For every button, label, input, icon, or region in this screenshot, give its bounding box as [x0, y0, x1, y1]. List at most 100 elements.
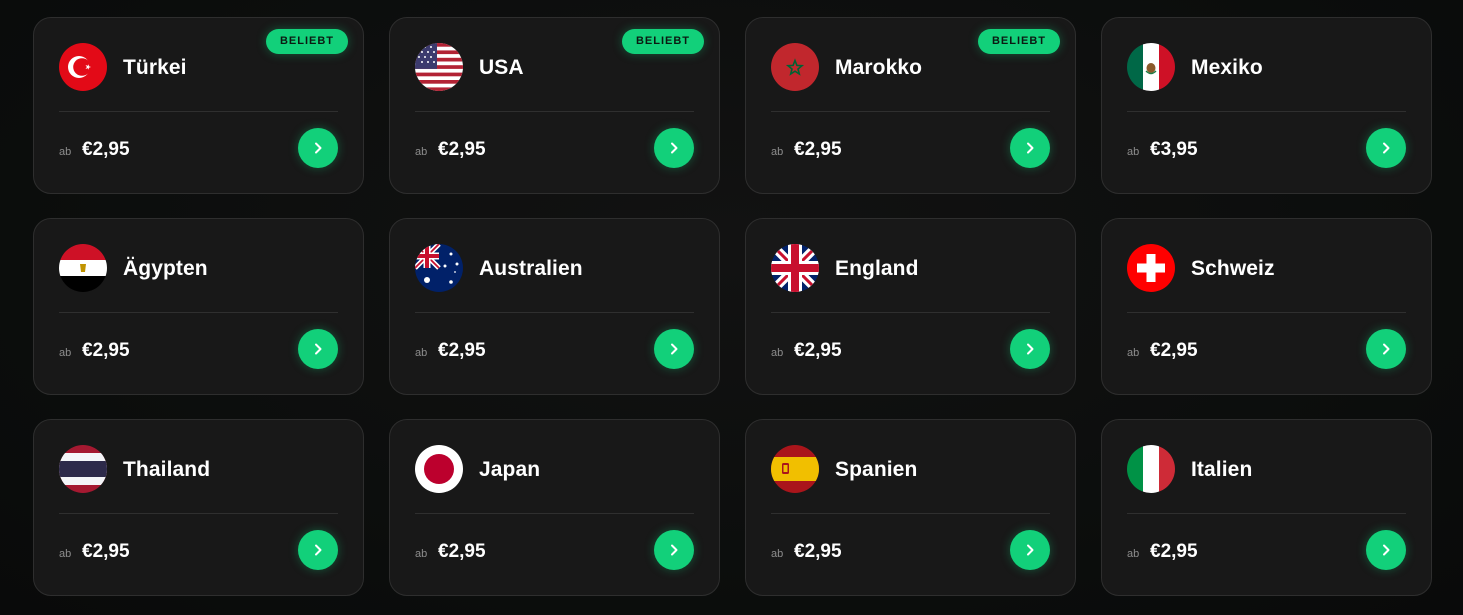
divider: [415, 312, 694, 313]
price: €2,95: [1150, 541, 1198, 562]
divider: [1127, 312, 1406, 313]
country-name: Australien: [479, 257, 583, 280]
chevron-right-icon: [671, 544, 678, 556]
price-prefix: ab: [59, 146, 72, 158]
arrow-button[interactable]: [1366, 128, 1406, 168]
price-prefix: ab: [1127, 146, 1140, 158]
divider: [771, 312, 1050, 313]
country-name: USA: [479, 56, 524, 79]
chevron-right-icon: [1027, 343, 1034, 355]
country-name: Italien: [1191, 458, 1253, 481]
country-card-aegypten[interactable]: Ägypten ab €2,95: [33, 218, 364, 395]
price: €2,95: [1150, 340, 1198, 361]
divider: [1127, 513, 1406, 514]
chevron-right-icon: [1027, 142, 1034, 154]
country-card-mexiko[interactable]: Mexiko ab €3,95: [1101, 17, 1432, 194]
spain-flag-icon: [771, 445, 819, 493]
country-card-usa[interactable]: USA BELIEBT ab €2,95: [389, 17, 720, 194]
chevron-right-icon: [1383, 544, 1390, 556]
morocco-flag-icon: [771, 43, 819, 91]
arrow-button[interactable]: [1010, 329, 1050, 369]
italy-flag-icon: [1127, 445, 1175, 493]
turkey-flag-icon: [59, 43, 107, 91]
price-prefix: ab: [771, 146, 784, 158]
chevron-right-icon: [315, 142, 322, 154]
divider: [59, 312, 338, 313]
price: €2,95: [438, 340, 486, 361]
country-card-japan[interactable]: Japan ab €2,95: [389, 419, 720, 596]
arrow-button[interactable]: [654, 530, 694, 570]
country-card-thailand[interactable]: Thailand ab €2,95: [33, 419, 364, 596]
country-name: Ägypten: [123, 257, 208, 280]
price-prefix: ab: [1127, 548, 1140, 560]
country-name: Mexiko: [1191, 56, 1263, 79]
country-card-england[interactable]: England ab €2,95: [745, 218, 1076, 395]
chevron-right-icon: [671, 343, 678, 355]
switzerland-flag-icon: [1127, 244, 1175, 292]
country-name: Marokko: [835, 56, 923, 79]
country-name: Japan: [479, 458, 541, 481]
popular-badge: BELIEBT: [977, 29, 1060, 54]
chevron-right-icon: [1383, 343, 1390, 355]
arrow-button[interactable]: [1366, 530, 1406, 570]
price-prefix: ab: [415, 548, 428, 560]
mexico-flag-icon: [1127, 43, 1175, 91]
australia-flag-icon: [415, 244, 463, 292]
country-card-italien[interactable]: Italien ab €2,95: [1101, 419, 1432, 596]
price: €2,95: [794, 139, 842, 160]
price: €2,95: [438, 139, 486, 160]
arrow-button[interactable]: [1010, 128, 1050, 168]
divider: [59, 111, 338, 112]
divider: [415, 111, 694, 112]
price-prefix: ab: [1127, 347, 1140, 359]
price: €2,95: [438, 541, 486, 562]
chevron-right-icon: [1383, 142, 1390, 154]
divider: [771, 111, 1050, 112]
england-flag-icon: [771, 244, 819, 292]
price: €2,95: [82, 541, 130, 562]
country-name: Schweiz: [1191, 257, 1275, 280]
country-name: Spanien: [835, 458, 918, 481]
price-prefix: ab: [415, 347, 428, 359]
arrow-button[interactable]: [1010, 530, 1050, 570]
price-prefix: ab: [771, 548, 784, 560]
japan-flag-icon: [415, 445, 463, 493]
arrow-button[interactable]: [1366, 329, 1406, 369]
price-prefix: ab: [59, 548, 72, 560]
arrow-button[interactable]: [654, 128, 694, 168]
divider: [415, 513, 694, 514]
country-card-schweiz[interactable]: Schweiz ab €2,95: [1101, 218, 1432, 395]
arrow-button[interactable]: [298, 329, 338, 369]
price: €2,95: [82, 139, 130, 160]
price-prefix: ab: [415, 146, 428, 158]
arrow-button[interactable]: [298, 530, 338, 570]
country-name: Thailand: [123, 458, 211, 481]
popular-badge: BELIEBT: [621, 29, 704, 54]
divider: [1127, 111, 1406, 112]
price-prefix: ab: [59, 347, 72, 359]
egypt-flag-icon: [59, 244, 107, 292]
divider: [771, 513, 1050, 514]
arrow-button[interactable]: [298, 128, 338, 168]
chevron-right-icon: [315, 343, 322, 355]
chevron-right-icon: [671, 142, 678, 154]
country-name: England: [835, 257, 919, 280]
popular-badge: BELIEBT: [265, 29, 348, 54]
price-prefix: ab: [771, 347, 784, 359]
divider: [59, 513, 338, 514]
country-card-spanien[interactable]: Spanien ab €2,95: [745, 419, 1076, 596]
price: €3,95: [1150, 139, 1198, 160]
thailand-flag-icon: [59, 445, 107, 493]
price: €2,95: [794, 340, 842, 361]
country-card-australien[interactable]: Australien ab €2,95: [389, 218, 720, 395]
country-name: Türkei: [123, 56, 187, 79]
country-card-tuerkei[interactable]: Türkei BELIEBT ab €2,95: [33, 17, 364, 194]
usa-flag-icon: [415, 43, 463, 91]
country-card-marokko[interactable]: Marokko BELIEBT ab €2,95: [745, 17, 1076, 194]
chevron-right-icon: [1027, 544, 1034, 556]
price: €2,95: [82, 340, 130, 361]
country-grid: Türkei BELIEBT ab €2,95 USA BELIEBT ab €…: [33, 17, 1432, 596]
chevron-right-icon: [315, 544, 322, 556]
arrow-button[interactable]: [654, 329, 694, 369]
price: €2,95: [794, 541, 842, 562]
